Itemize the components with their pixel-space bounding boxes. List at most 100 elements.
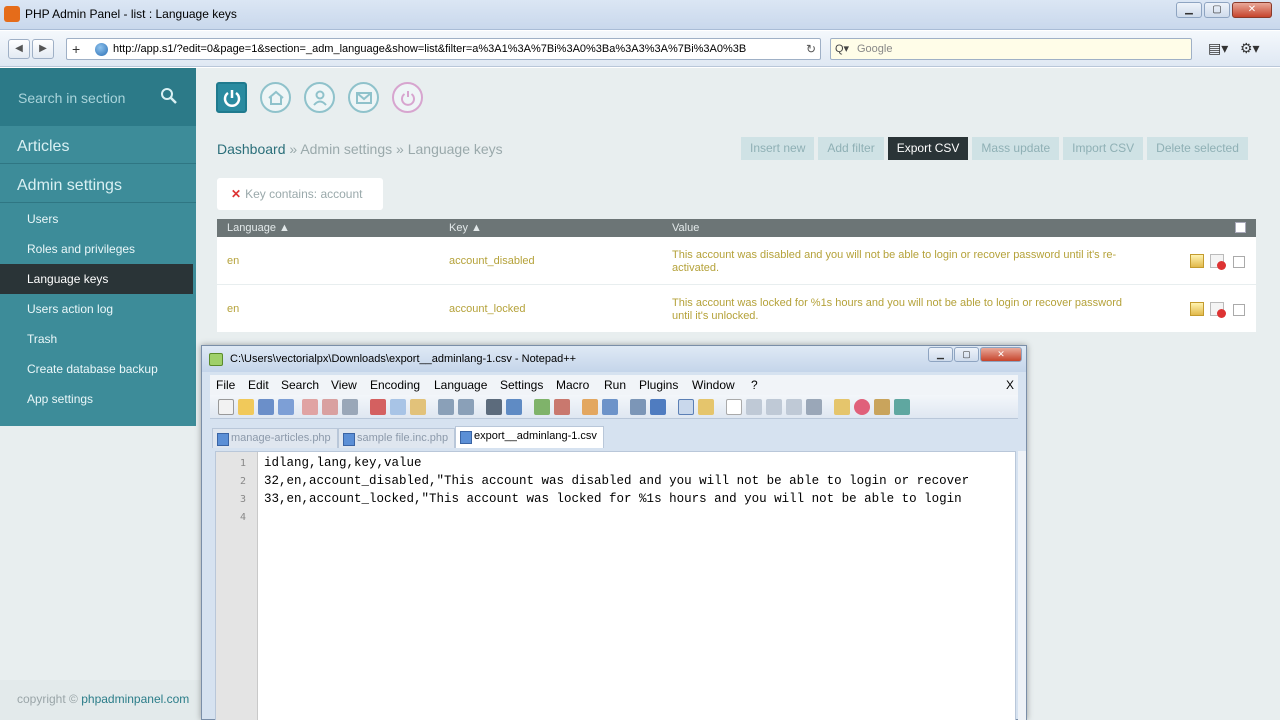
page-menu-icon[interactable]: ▤▾ (1208, 40, 1228, 57)
save-all-icon[interactable] (278, 399, 294, 415)
sidebar-item-roles[interactable]: Roles and privileges (0, 234, 196, 264)
row-checkbox[interactable] (1233, 304, 1245, 316)
logout-icon[interactable] (392, 82, 423, 113)
notepad-editor[interactable]: 1 2 3 4 idlang,lang,key,value 32,en,acco… (215, 451, 1016, 720)
copy-icon[interactable] (390, 399, 406, 415)
home-icon[interactable] (260, 82, 291, 113)
sidebar-item-users[interactable]: Users (0, 204, 196, 234)
sidebar-search[interactable]: Search in section (0, 68, 196, 126)
user-icon[interactable] (304, 82, 335, 113)
menu-settings[interactable]: Settings (500, 378, 543, 392)
notepad-close-icon[interactable]: ✕ (980, 347, 1022, 362)
search-engine-icon[interactable]: Q▾ (835, 42, 849, 55)
replace-icon[interactable] (506, 399, 522, 415)
sync-horizontal-icon[interactable] (602, 399, 618, 415)
zoom-in-icon[interactable] (534, 399, 550, 415)
notepad-titlebar[interactable]: C:\Users\vectorialpx\Downloads\export__a… (202, 346, 1026, 372)
delete-icon[interactable] (1210, 302, 1226, 318)
code-line[interactable]: 33,en,account_locked,"This account was l… (264, 492, 1014, 506)
delete-icon[interactable] (1210, 254, 1226, 270)
remove-filter-icon[interactable]: ✕ (231, 187, 241, 201)
mass-update-button[interactable]: Mass update (972, 137, 1060, 160)
notepad-minimize-icon[interactable]: ▁ (928, 347, 953, 362)
sidebar-search-input[interactable]: Search in section (18, 90, 125, 106)
indent-guide-icon[interactable] (678, 399, 694, 415)
menu-run[interactable]: Run (604, 378, 626, 392)
menu-language[interactable]: Language (434, 378, 487, 392)
zoom-out-icon[interactable] (554, 399, 570, 415)
url-bar[interactable]: + http://app.s1/?edit=0&page=1&section=_… (66, 38, 821, 60)
menu-file[interactable]: File (216, 378, 235, 392)
menu-view[interactable]: View (331, 378, 357, 392)
minimize-icon[interactable]: ▁ (1176, 2, 1202, 18)
add-filter-button[interactable]: Add filter (818, 137, 884, 160)
select-all-checkbox[interactable] (1235, 222, 1246, 233)
insert-new-button[interactable]: Insert new (741, 137, 815, 160)
redo-icon[interactable] (458, 399, 474, 415)
url-text[interactable]: http://app.s1/?edit=0&page=1&section=_ad… (113, 43, 803, 55)
sidebar-item-database-backup[interactable]: Create database backup (0, 354, 196, 384)
breadcrumb-admin-settings[interactable]: Admin settings (300, 141, 392, 157)
sidebar-item-language-keys[interactable]: Language keys (0, 264, 193, 294)
print-icon[interactable] (342, 399, 358, 415)
maximize-icon[interactable]: ▢ (1204, 2, 1230, 18)
spellcheck-icon[interactable] (894, 399, 910, 415)
paste-icon[interactable] (410, 399, 426, 415)
footer-link[interactable]: phpadminpanel.com (81, 692, 189, 706)
menu-plugins[interactable]: Plugins (639, 378, 678, 392)
new-tab-icon[interactable]: + (72, 41, 80, 57)
undo-icon[interactable] (438, 399, 454, 415)
back-icon[interactable]: ◀ (8, 39, 30, 59)
play-macro-icon[interactable] (766, 399, 782, 415)
find-icon[interactable] (486, 399, 502, 415)
menu-edit[interactable]: Edit (248, 378, 269, 392)
import-csv-button[interactable]: Import CSV (1063, 137, 1144, 160)
column-key[interactable]: Key ▲ (449, 222, 482, 234)
close-icon[interactable]: ✕ (1232, 2, 1272, 18)
plugin-tool-icon[interactable] (874, 399, 890, 415)
export-csv-button[interactable]: Export CSV (887, 137, 969, 160)
column-language[interactable]: Language ▲ (227, 222, 290, 234)
menu-window[interactable]: Window (692, 378, 735, 392)
edit-icon[interactable] (1190, 302, 1204, 316)
edit-icon[interactable] (1190, 254, 1204, 268)
tab-export-csv[interactable]: export__adminlang-1.csv (455, 426, 604, 448)
power-icon[interactable] (216, 82, 247, 113)
sidebar-item-trash[interactable]: Trash (0, 324, 196, 354)
cut-icon[interactable] (370, 399, 386, 415)
code-line[interactable]: 32,en,account_disabled,"This account was… (264, 474, 1014, 488)
open-file-icon[interactable] (238, 399, 254, 415)
stop-macro-icon[interactable] (746, 399, 762, 415)
sync-vertical-icon[interactable] (582, 399, 598, 415)
record-macro-icon[interactable] (726, 399, 742, 415)
close-all-icon[interactable] (322, 399, 338, 415)
forward-icon[interactable]: ▶ (32, 39, 54, 59)
notepad-vertical-scrollbar[interactable] (1018, 451, 1026, 720)
new-file-icon[interactable] (218, 399, 234, 415)
notepad-maximize-icon[interactable]: ▢ (954, 347, 979, 362)
run-macro-multiple-icon[interactable] (786, 399, 802, 415)
save-icon[interactable] (258, 399, 274, 415)
save-macro-icon[interactable] (806, 399, 822, 415)
menu-macro[interactable]: Macro (556, 378, 589, 392)
menu-close-doc[interactable]: X (1006, 378, 1014, 392)
sidebar-section-articles[interactable]: Articles (0, 126, 196, 164)
row-checkbox[interactable] (1233, 256, 1245, 268)
tools-gear-icon[interactable]: ⚙▾ (1240, 40, 1260, 57)
mail-icon[interactable] (348, 82, 379, 113)
show-all-characters-icon[interactable] (650, 399, 666, 415)
user-language-icon[interactable] (698, 399, 714, 415)
search-icon[interactable] (160, 87, 178, 105)
sidebar-item-users-action-log[interactable]: Users action log (0, 294, 196, 324)
word-wrap-icon[interactable] (630, 399, 646, 415)
close-file-icon[interactable] (302, 399, 318, 415)
sidebar-section-admin-settings[interactable]: Admin settings (0, 165, 196, 203)
menu-help[interactable]: ? (751, 378, 758, 392)
tab-manage-articles[interactable]: manage-articles.php (212, 428, 338, 448)
tab-sample-file[interactable]: sample file.inc.php (338, 428, 456, 448)
heart-icon[interactable] (854, 399, 870, 415)
menu-search[interactable]: Search (281, 378, 319, 392)
delete-selected-button[interactable]: Delete selected (1147, 137, 1248, 160)
breadcrumb-dashboard[interactable]: Dashboard (217, 141, 286, 157)
plugin-icon[interactable] (834, 399, 850, 415)
